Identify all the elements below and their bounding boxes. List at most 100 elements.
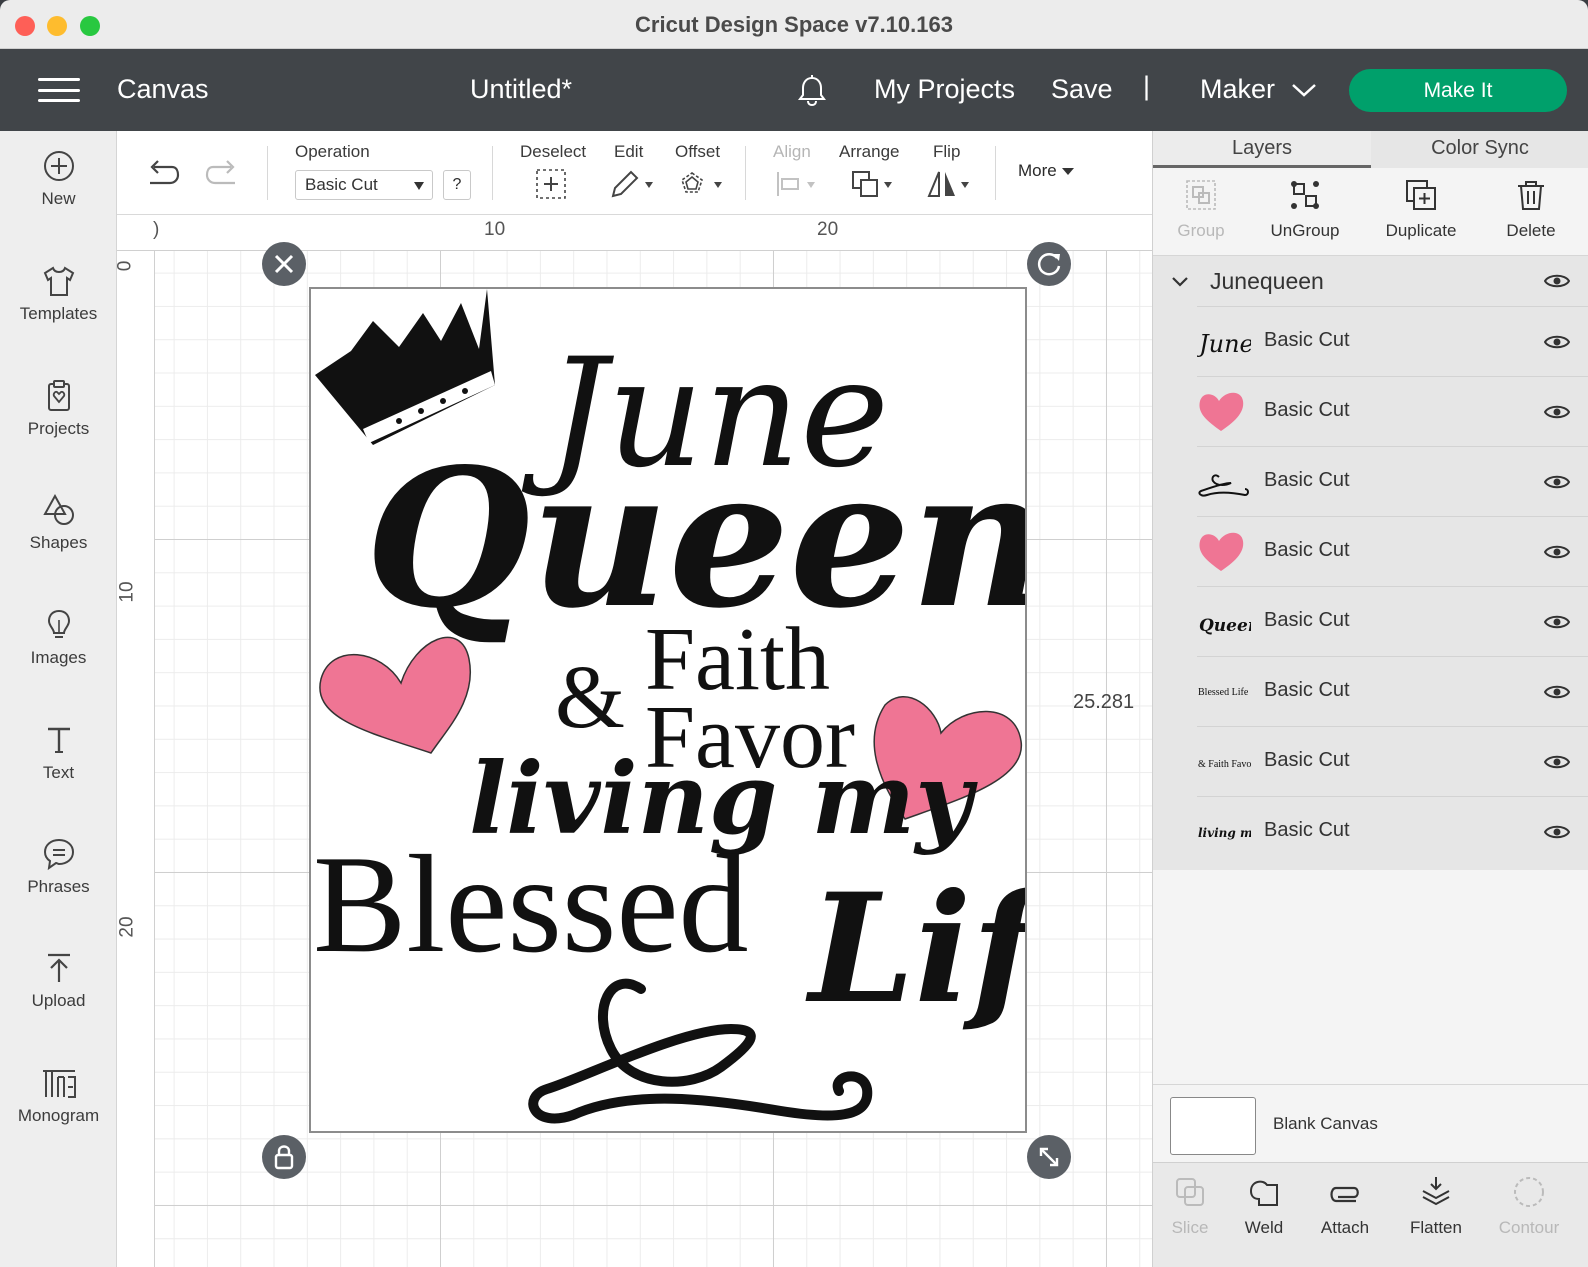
layer-row[interactable]: June Basic Cut <box>1197 306 1588 376</box>
svg-text:Blessed Life: Blessed Life <box>1198 687 1249 698</box>
attach-button[interactable]: Attach <box>1315 1175 1375 1238</box>
group-label: Group <box>1177 221 1225 240</box>
delete-button[interactable]: Delete <box>1501 178 1561 241</box>
more-label: More <box>1018 161 1057 180</box>
eye-icon[interactable] <box>1544 753 1570 771</box>
layer-row[interactable]: & Faith Favor Basic Cut <box>1197 726 1588 796</box>
layer-row[interactable]: Basic Cut <box>1197 516 1588 586</box>
sidebar-item-templates[interactable]: Templates <box>0 264 117 364</box>
ungroup-icon <box>1291 181 1319 209</box>
deselect-icon[interactable] <box>535 168 567 200</box>
group-button[interactable]: Group <box>1173 178 1229 241</box>
machine-selector[interactable]: Maker <box>1200 74 1275 105</box>
undo-icon[interactable] <box>144 159 180 189</box>
blank-canvas-row: Blank Canvas <box>1153 1084 1588 1162</box>
eye-icon[interactable] <box>1544 543 1570 561</box>
delete-label: Delete <box>1506 221 1556 240</box>
operation-help-button[interactable]: ? <box>443 170 471 200</box>
layer-thumb-heart <box>1199 532 1244 571</box>
header-separator: | <box>1143 71 1151 101</box>
design-canvas[interactable]: ) 10 20 0 10 20 June Queen Faith & Favo <box>117 215 1152 1267</box>
blank-canvas-swatch[interactable] <box>1170 1097 1256 1155</box>
sidebar-item-text[interactable]: Text <box>0 723 117 823</box>
design-artwork: June Queen Faith & Favor living my Bless… <box>313 289 1131 1124</box>
eye-icon[interactable] <box>1544 823 1570 841</box>
tab-layers[interactable]: Layers <box>1153 131 1371 168</box>
projects-icon <box>47 380 70 411</box>
lock-handle[interactable] <box>262 1135 306 1179</box>
flip-icon[interactable] <box>927 168 975 200</box>
offset-icon[interactable] <box>678 168 726 200</box>
weld-label: Weld <box>1244 1218 1284 1237</box>
offset-label: Offset <box>675 142 721 161</box>
arrange-icon[interactable] <box>850 168 898 200</box>
save-button[interactable]: Save <box>1051 74 1113 105</box>
sidebar-item-phrases[interactable]: Phrases <box>0 837 117 937</box>
my-projects-link[interactable]: My Projects <box>874 74 1015 105</box>
slice-button[interactable]: Slice <box>1167 1175 1213 1238</box>
sidebar-label-text: Text <box>42 763 75 782</box>
caret-down-icon <box>414 182 424 190</box>
toolbar-divider <box>995 146 996 200</box>
window-titlebar: Cricut Design Space v7.10.163 <box>0 0 1588 49</box>
tab-color-sync[interactable]: Color Sync <box>1371 131 1588 168</box>
layer-row[interactable]: Basic Cut <box>1197 446 1588 516</box>
selected-design[interactable]: June Queen Faith & Favor living my Bless… <box>309 287 1131 1133</box>
sidebar-item-new[interactable]: New <box>0 149 117 249</box>
eye-icon[interactable] <box>1544 333 1570 351</box>
redo-icon[interactable] <box>205 159 241 189</box>
layer-name: Basic Cut <box>1264 679 1350 701</box>
eye-icon[interactable] <box>1544 272 1570 290</box>
tshirt-icon <box>43 266 74 296</box>
hamburger-menu-icon[interactable] <box>38 78 80 102</box>
layer-row[interactable]: Basic Cut <box>1197 376 1588 446</box>
ungroup-label: UnGroup <box>1270 221 1340 240</box>
eye-icon[interactable] <box>1544 683 1570 701</box>
layer-row[interactable]: Blessed Life Basic Cut <box>1197 656 1588 726</box>
align-icon[interactable] <box>773 168 821 200</box>
attach-label: Attach <box>1320 1218 1370 1237</box>
ungroup-button[interactable]: UnGroup <box>1267 178 1343 241</box>
plus-circle-icon <box>43 151 74 181</box>
layer-row[interactable]: Queen Basic Cut <box>1197 586 1588 656</box>
layer-row[interactable]: living my Basic Cut <box>1197 796 1588 866</box>
contour-button[interactable]: Contour <box>1493 1175 1565 1238</box>
sidebar-item-images[interactable]: Images <box>0 608 117 708</box>
resize-handle[interactable] <box>1027 1135 1071 1179</box>
sidebar-item-monogram[interactable]: Monogram <box>0 1066 117 1166</box>
toolbar-divider <box>267 146 268 200</box>
sidebar-item-projects[interactable]: Projects <box>0 379 117 479</box>
chevron-down-icon[interactable] <box>1171 276 1189 288</box>
layer-thumb-flourish <box>1198 474 1249 497</box>
eye-icon[interactable] <box>1544 473 1570 491</box>
design-text-blessed: Blessed <box>313 827 749 982</box>
sidebar-label-images: Images <box>30 648 87 667</box>
flatten-button[interactable]: Flatten <box>1403 1175 1469 1238</box>
ruler-mark: 10 <box>117 581 138 603</box>
align-label: Align <box>773 142 811 161</box>
duplicate-button[interactable]: Duplicate <box>1379 178 1463 241</box>
rotate-handle[interactable] <box>1027 242 1071 286</box>
svg-text:Queen: Queen <box>1199 616 1251 636</box>
delete-handle[interactable] <box>262 242 306 286</box>
weld-button[interactable]: Weld <box>1239 1175 1289 1238</box>
blank-canvas-label: Blank Canvas <box>1273 1114 1378 1133</box>
operation-select[interactable]: Basic Cut <box>295 170 433 200</box>
group-icon <box>1186 180 1216 210</box>
layer-thumb-living-my: living my <box>1198 826 1251 840</box>
pencil-icon[interactable] <box>609 168 655 200</box>
contour-label: Contour <box>1498 1218 1560 1237</box>
make-it-button[interactable]: Make It <box>1349 69 1567 112</box>
sidebar-item-shapes[interactable]: Shapes <box>0 493 117 593</box>
layer-group-junequeen[interactable]: Junequeen <box>1153 256 1588 306</box>
chevron-down-icon[interactable] <box>1290 81 1318 99</box>
slice-icon <box>1176 1178 1204 1206</box>
duplicate-label: Duplicate <box>1385 221 1457 240</box>
eye-icon[interactable] <box>1544 613 1570 631</box>
sidebar-item-upload[interactable]: Upload <box>0 951 117 1051</box>
more-menu-button[interactable]: More <box>1018 161 1075 181</box>
bell-icon[interactable] <box>795 74 829 108</box>
monogram-icon <box>42 1070 76 1098</box>
layer-thumb-queen: Queen <box>1199 616 1251 636</box>
eye-icon[interactable] <box>1544 403 1570 421</box>
